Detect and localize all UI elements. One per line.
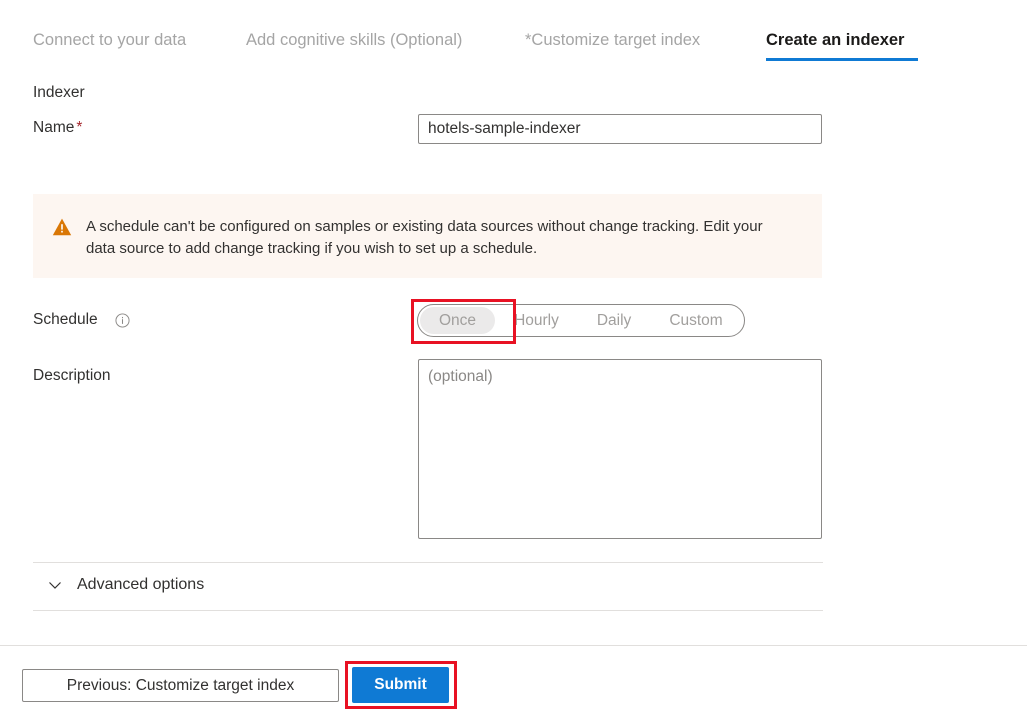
wizard-tab-strip: Connect to your data Add cognitive skill… <box>0 0 1027 68</box>
description-textarea[interactable] <box>418 359 822 539</box>
schedule-option-group[interactable]: Once Hourly Daily Custom <box>417 304 745 337</box>
advanced-options-label: Advanced options <box>77 576 204 594</box>
advanced-options-divider-bottom <box>33 610 823 611</box>
description-field-label: Description <box>33 367 111 385</box>
warning-banner-text: A schedule can't be configured on sample… <box>86 216 776 260</box>
tab-add-cognitive-skills[interactable]: Add cognitive skills (Optional) <box>246 28 462 52</box>
schedule-field-label: Schedule <box>33 311 98 329</box>
info-icon[interactable] <box>115 313 130 328</box>
section-title-indexer: Indexer <box>33 84 85 102</box>
indexer-name-input[interactable] <box>418 114 822 144</box>
chevron-down-icon <box>47 577 63 593</box>
schedule-option-hourly[interactable]: Hourly <box>495 307 578 334</box>
name-field-label: Name* <box>33 119 82 137</box>
footer-separator <box>0 645 1027 646</box>
tab-create-an-indexer[interactable]: Create an indexer <box>766 28 904 52</box>
warning-triangle-icon <box>52 217 72 237</box>
tab-customize-target-index[interactable]: *Customize target index <box>525 28 700 52</box>
name-label-text: Name <box>33 119 74 136</box>
tab-connect-to-your-data[interactable]: Connect to your data <box>33 28 186 52</box>
previous-button[interactable]: Previous: Customize target index <box>22 669 339 702</box>
schedule-warning-banner: A schedule can't be configured on sample… <box>33 194 822 278</box>
submit-button[interactable]: Submit <box>352 667 449 703</box>
schedule-option-daily[interactable]: Daily <box>578 307 650 334</box>
advanced-options-divider-top <box>33 562 823 563</box>
active-tab-underline <box>766 58 918 61</box>
required-asterisk: * <box>76 119 82 136</box>
advanced-options-toggle[interactable]: Advanced options <box>47 573 204 597</box>
schedule-option-once[interactable]: Once <box>420 307 495 334</box>
schedule-option-custom[interactable]: Custom <box>650 307 741 334</box>
